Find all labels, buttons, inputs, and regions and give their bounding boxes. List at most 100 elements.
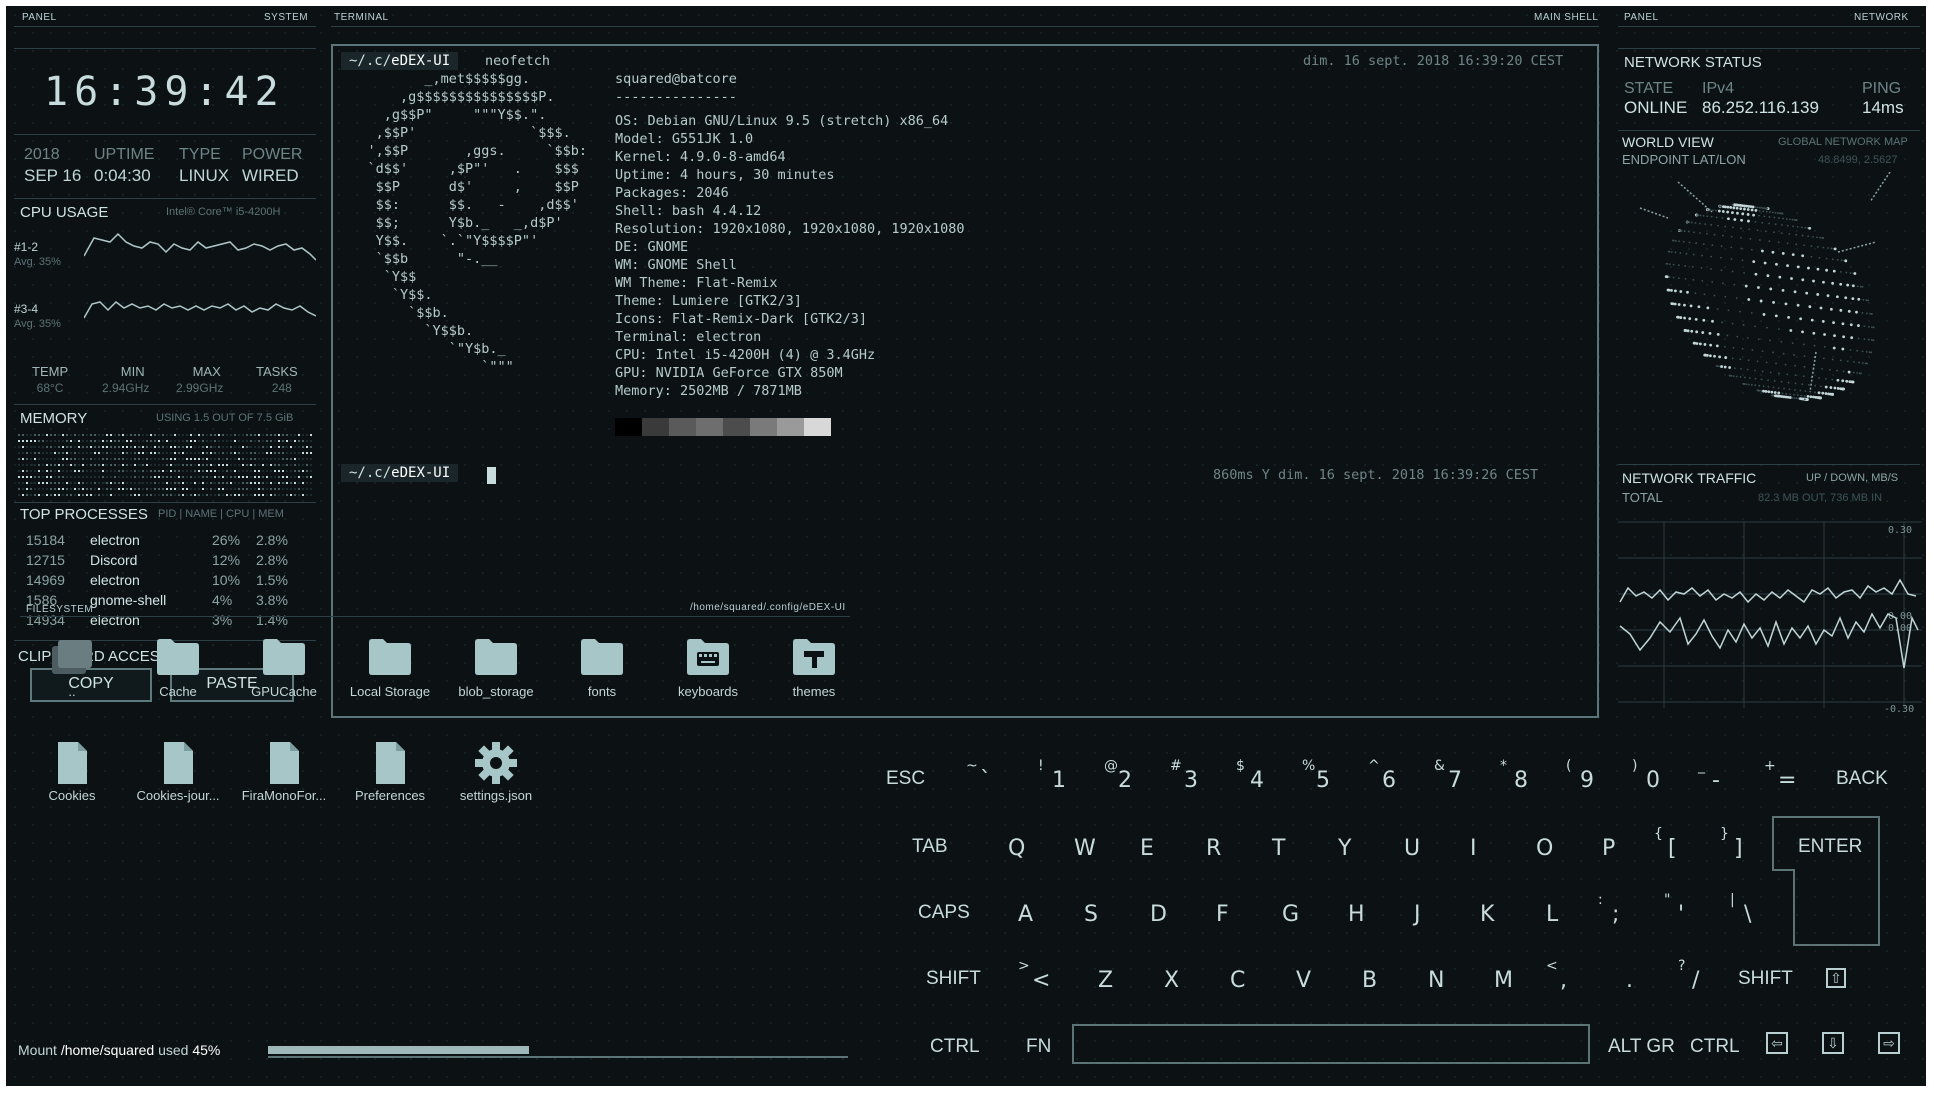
- key-char[interactable]: A: [1018, 902, 1033, 927]
- memory-grid: [18, 434, 312, 496]
- debian-logo-line: $$; Y$b._ _,d$P': [335, 215, 563, 231]
- debian-logo-line: _,met$$$$$gg.: [335, 71, 531, 87]
- key-char[interactable]: ]}: [1720, 826, 1743, 861]
- file-item[interactable]: ..: [22, 636, 122, 699]
- key-char[interactable]: 5%: [1302, 758, 1330, 793]
- palette-swatch: [804, 418, 831, 436]
- key-char[interactable]: V: [1296, 968, 1311, 993]
- key-char[interactable]: 2 @: [1104, 758, 1132, 793]
- key-ctrl[interactable]: CTRL: [1690, 1036, 1740, 1058]
- key-char[interactable]: Q: [1008, 836, 1025, 861]
- key-char[interactable]: F: [1216, 902, 1229, 927]
- key-char[interactable]: S: [1084, 902, 1098, 927]
- neofetch-info-line: Model: G551JK 1.0: [615, 131, 754, 147]
- key-char[interactable]: L: [1546, 902, 1558, 927]
- world-globe[interactable]: [1620, 172, 1920, 462]
- file-item[interactable]: Local Storage: [340, 636, 440, 699]
- key-char[interactable]: I: [1470, 836, 1477, 861]
- key-char[interactable]: 4 $: [1236, 758, 1264, 793]
- key-char[interactable]: .: [1626, 968, 1633, 993]
- key-char[interactable]: 0): [1632, 758, 1660, 793]
- key-char[interactable]: X: [1164, 968, 1179, 993]
- key-char[interactable]: Z: [1098, 968, 1113, 993]
- file-item[interactable]: GPUCache: [234, 636, 334, 699]
- key-char[interactable]: D: [1150, 902, 1167, 927]
- file-item[interactable]: blob_storage: [446, 636, 546, 699]
- cpu-core1-avg: Avg. 35%: [14, 256, 61, 268]
- key-char[interactable]: N: [1428, 968, 1444, 993]
- key-fn[interactable]: FN: [1026, 1036, 1051, 1058]
- caps-arrow-up-icon[interactable]: ⇧: [1826, 968, 1846, 988]
- process-mem: 3.8%: [256, 592, 288, 608]
- space-bar[interactable]: [1072, 1024, 1590, 1064]
- key-back[interactable]: BACK: [1836, 768, 1888, 790]
- key-shift-label: ": [1664, 892, 1671, 908]
- file-item[interactable]: Cache: [128, 636, 228, 699]
- key-char[interactable]: \ |: [1730, 892, 1751, 927]
- key-label: 6: [1382, 768, 1396, 793]
- key-char[interactable]: G: [1282, 902, 1299, 927]
- file-item[interactable]: Cookies-jour...: [128, 740, 228, 803]
- arrow-right-icon[interactable]: ⇨: [1878, 1032, 1900, 1054]
- file-item[interactable]: Preferences: [340, 740, 440, 803]
- state-label: STATE: [1624, 80, 1674, 97]
- key-char[interactable]: , <: [1546, 958, 1567, 993]
- debian-logo-line: `d$$' ,$P"' . $$$: [335, 161, 579, 177]
- key-char[interactable]: R: [1206, 836, 1221, 861]
- key-char[interactable]: H: [1348, 902, 1365, 927]
- endpoint-label: ENDPOINT LAT/LON: [1622, 152, 1746, 167]
- key-char[interactable]: ;:: [1598, 892, 1619, 927]
- arrow-down-icon[interactable]: ⇩: [1822, 1032, 1844, 1054]
- key-ctrl[interactable]: CTRL: [930, 1036, 980, 1058]
- key-shift[interactable]: SHIFT: [926, 968, 981, 990]
- key-char[interactable]: ' ": [1664, 892, 1684, 927]
- key-shift-label: %: [1302, 758, 1316, 774]
- key-char[interactable]: Y: [1338, 836, 1351, 861]
- key-char[interactable]: W: [1074, 836, 1096, 861]
- right-panel-header: PANEL: [1624, 12, 1659, 23]
- key-char[interactable]: - _: [1698, 758, 1720, 793]
- key-char[interactable]: < >: [1018, 958, 1050, 993]
- key-char[interactable]: P: [1602, 836, 1615, 861]
- key-char[interactable]: T: [1272, 836, 1285, 861]
- key-char[interactable]: U: [1404, 836, 1420, 861]
- key-char[interactable]: 8 *: [1500, 758, 1528, 793]
- main-shell-header: MAIN SHELL: [1534, 12, 1599, 23]
- key-esc[interactable]: ESC: [886, 768, 925, 790]
- file-item[interactable]: themes: [764, 636, 864, 699]
- key-char[interactable]: 1!: [1038, 758, 1066, 793]
- neofetch-user: squared@batcore: [615, 71, 737, 87]
- process-name: electron: [90, 572, 140, 588]
- key-char[interactable]: 9(: [1566, 758, 1594, 793]
- key-char[interactable]: E: [1140, 836, 1154, 861]
- arrow-left-icon[interactable]: ⇦: [1766, 1032, 1788, 1054]
- key-char[interactable]: 7 &: [1434, 758, 1462, 793]
- key-char[interactable]: C: [1230, 968, 1245, 993]
- key-char[interactable]: = +: [1764, 758, 1796, 793]
- file-item[interactable]: fonts: [552, 636, 652, 699]
- key-shift[interactable]: SHIFT: [1738, 968, 1793, 990]
- keyboard-folder-icon: [685, 636, 731, 675]
- folder-icon: [579, 636, 625, 675]
- neofetch-info-line: Kernel: 4.9.0-8-amd64: [615, 149, 786, 165]
- key-char[interactable]: J: [1414, 902, 1421, 927]
- file-item[interactable]: settings.json: [446, 740, 546, 803]
- debian-logo-line: ,g$$P" """Y$$.".: [335, 107, 547, 123]
- power-value: WIRED: [242, 166, 299, 185]
- key-char[interactable]: 3 #: [1170, 758, 1198, 793]
- key-tab[interactable]: TAB: [912, 836, 948, 858]
- key-char[interactable]: [{: [1654, 826, 1677, 861]
- file-item[interactable]: FiraMonoFor...: [234, 740, 334, 803]
- key-char[interactable]: ` ~: [966, 758, 991, 793]
- key-alt-gr[interactable]: ALT GR: [1608, 1036, 1675, 1058]
- file-item[interactable]: Cookies: [22, 740, 122, 803]
- key-char[interactable]: O: [1536, 836, 1553, 861]
- key-char[interactable]: /?: [1678, 958, 1699, 993]
- key-char[interactable]: K: [1480, 902, 1494, 927]
- key-char[interactable]: M: [1494, 968, 1513, 993]
- key-char[interactable]: 6 ^: [1368, 758, 1396, 793]
- left-panel-system-header: SYSTEM: [264, 12, 309, 23]
- key-char[interactable]: B: [1362, 968, 1377, 993]
- key-caps[interactable]: CAPS: [918, 902, 970, 924]
- file-item[interactable]: keyboards: [658, 636, 758, 699]
